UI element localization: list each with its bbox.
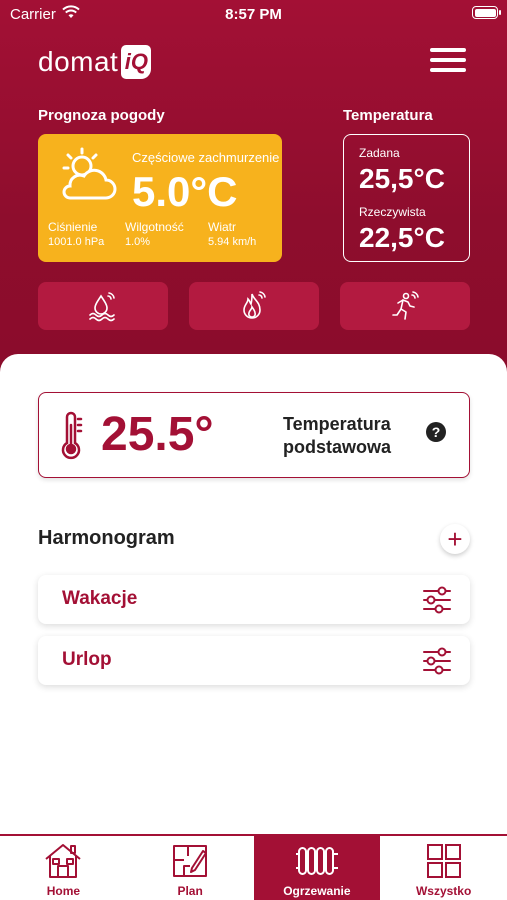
- set-temperature-label: Zadana: [359, 146, 400, 160]
- base-temperature-value: 25.5°: [101, 408, 214, 461]
- schedule-item-urlop[interactable]: Urlop: [38, 636, 470, 685]
- schedule-item-wakacje[interactable]: Wakacje: [38, 575, 470, 624]
- tab-wszystko[interactable]: Wszystko: [380, 836, 507, 900]
- add-schedule-button[interactable]: +: [440, 524, 470, 554]
- tab-home[interactable]: Home: [0, 836, 127, 900]
- settings-sliders-icon[interactable]: [422, 647, 452, 675]
- actual-temperature-label: Rzeczywista: [359, 205, 426, 219]
- temperature-card[interactable]: Zadana 25,5°C Rzeczywista 22,5°C: [343, 134, 470, 262]
- tab-ogrzewanie[interactable]: Ogrzewanie: [253, 836, 381, 900]
- tab-label: Home: [46, 884, 81, 898]
- pressure-label: Ciśnienie: [48, 220, 98, 234]
- schedule-item-label: Urlop: [62, 649, 112, 670]
- weather-section-title: Prognoza pogody: [38, 107, 165, 124]
- radiator-icon: [295, 847, 338, 875]
- menu-icon[interactable]: [430, 48, 466, 74]
- heating-button[interactable]: [189, 282, 319, 330]
- floor-plan-icon: [173, 845, 208, 877]
- partly-cloudy-icon: [62, 147, 117, 200]
- base-temperature-card[interactable]: 25.5° Temperatura podstawowa ?: [38, 392, 470, 478]
- weather-card[interactable]: Częściowe zachmurzenie 5.0°C Ciśnienie 1…: [38, 134, 282, 262]
- humidity-button[interactable]: [38, 282, 168, 330]
- wind-value: 5.94 km/h: [208, 236, 257, 248]
- motion-button[interactable]: [340, 282, 470, 330]
- app-logo: domat iQ: [38, 44, 152, 80]
- tab-bar: Home Plan Ogrzewanie Wszystko: [0, 834, 507, 900]
- pressure-value: 1001.0 hPa: [48, 236, 105, 248]
- schedule-title: Harmonogram: [38, 527, 175, 549]
- flame-icon: [243, 291, 266, 319]
- weather-temperature: 5.0°C: [132, 168, 238, 215]
- tab-label: Wszystko: [415, 884, 472, 898]
- home-icon: [45, 844, 82, 878]
- help-icon[interactable]: ?: [426, 422, 446, 442]
- humidity-wave-icon: [89, 292, 115, 322]
- humidity-label: Wilgotność: [125, 220, 184, 234]
- thermometer-icon: [61, 411, 83, 460]
- status-bar: Carrier 8:57 PM: [0, 0, 507, 30]
- tab-label: Plan: [177, 884, 203, 898]
- weather-condition: Częściowe zachmurzenie: [132, 150, 280, 165]
- settings-sliders-icon[interactable]: [422, 586, 452, 614]
- set-temperature-value: 25,5°C: [359, 163, 445, 194]
- tab-label: Ogrzewanie: [283, 884, 351, 898]
- base-temperature-label: Temperatura podstawowa: [283, 414, 392, 457]
- humidity-value: 1.0%: [125, 236, 151, 248]
- header-background: Carrier 8:57 PM domat iQ Prognoza pogody…: [0, 0, 507, 400]
- actual-temperature-value: 22,5°C: [359, 222, 445, 253]
- clock: 8:57 PM: [225, 6, 282, 23]
- temperature-section-title: Temperatura: [343, 107, 433, 124]
- grid-icon: [426, 844, 461, 878]
- schedule-item-label: Wakacje: [62, 588, 138, 609]
- motion-person-icon: [392, 291, 419, 320]
- wind-label: Wiatr: [208, 220, 236, 234]
- battery-icon: [472, 6, 501, 19]
- tab-plan[interactable]: Plan: [127, 836, 254, 900]
